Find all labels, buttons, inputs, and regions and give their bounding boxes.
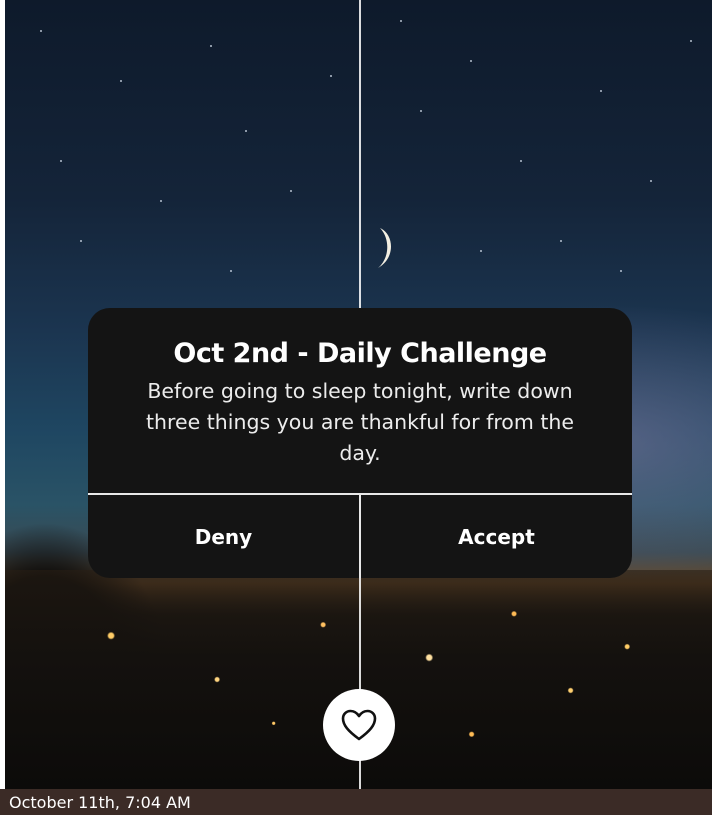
dialog-title: Oct 2nd - Daily Challenge	[173, 338, 547, 369]
deny-button[interactable]: Deny	[88, 495, 359, 578]
heart-icon	[341, 709, 377, 741]
like-button[interactable]	[323, 689, 395, 761]
accept-button[interactable]: Accept	[361, 495, 632, 578]
dialog-body: Before going to sleep tonight, write dow…	[146, 379, 574, 465]
story-frame: Oct 2nd - Daily Challenge Before going t…	[0, 0, 712, 815]
challenge-dialog: Oct 2nd - Daily Challenge Before going t…	[88, 308, 632, 578]
moon-icon	[378, 228, 391, 268]
timestamp: October 11th, 7:04 AM	[9, 793, 191, 812]
